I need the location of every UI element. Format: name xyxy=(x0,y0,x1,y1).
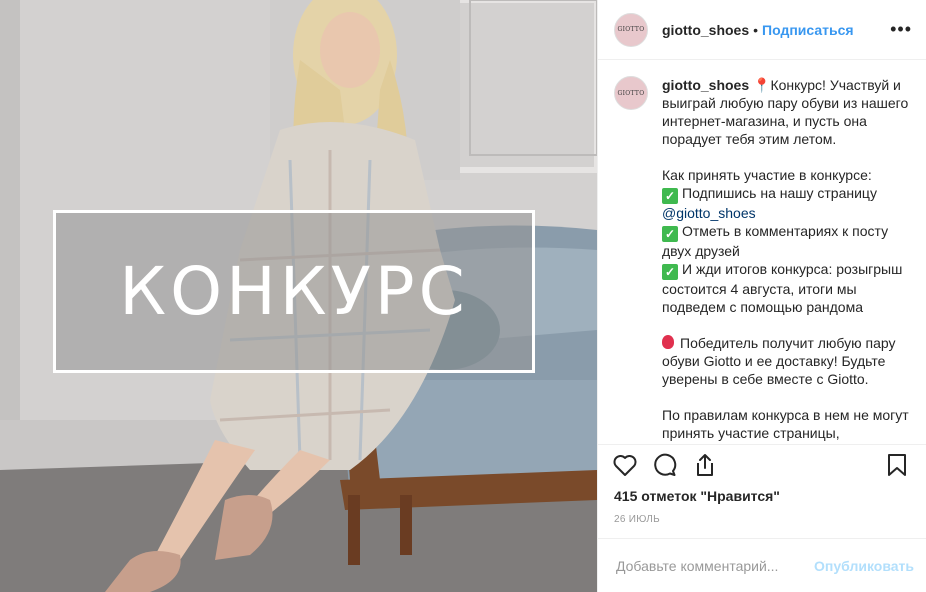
post-date[interactable]: 26 июль xyxy=(614,514,660,525)
avatar-logo-text: GIOTTO xyxy=(617,26,645,33)
caption-winner: Победитель получит любую пару обуви Giot… xyxy=(662,334,910,388)
comment-bar: Опубликовать xyxy=(598,538,926,592)
caption-how: Как принять участие в конкурсе: ✓ Подпиши… xyxy=(662,166,910,316)
caption-rules: По правилам конкурса в нем не могут прин… xyxy=(662,406,910,442)
pin-icon: 📍 xyxy=(753,77,771,93)
instagram-post: КОНКУРС GIOTTO giotto_shoes • Подписатьс… xyxy=(0,0,926,592)
caption-avatar[interactable]: GIOTTO xyxy=(614,76,648,110)
caption-body: giotto_shoes 📍Конкурс! Участвуй и выигра… xyxy=(662,76,910,444)
caption-intro: giotto_shoes 📍Конкурс! Участвуй и выигра… xyxy=(662,76,910,148)
username-link[interactable]: giotto_shoes xyxy=(662,22,749,38)
comment-input[interactable] xyxy=(614,556,815,575)
caption-username-link[interactable]: giotto_shoes xyxy=(662,77,749,93)
separator-dot: • xyxy=(753,21,759,38)
step-2: ✓ Отметь в комментариях к посту двух друз… xyxy=(662,222,910,260)
heart-icon[interactable] xyxy=(612,452,638,478)
mention-link[interactable]: @giotto_shoes xyxy=(662,204,910,222)
share-icon[interactable] xyxy=(692,452,718,478)
promo-title: КОНКУРС xyxy=(119,253,469,330)
rules-text: По правилам конкурса в нем не могут прин… xyxy=(662,407,909,441)
post-header: GIOTTO giotto_shoes • Подписаться ••• xyxy=(598,0,926,60)
check-mark-icon: ✓ xyxy=(662,264,678,280)
likes-count[interactable]: 415 отметок "Нравится" xyxy=(614,488,780,504)
bookmark-icon[interactable] xyxy=(884,452,910,478)
step-2-text: Отметь в комментариях к посту двух друзе… xyxy=(662,223,889,259)
post-photo[interactable]: КОНКУРС xyxy=(0,0,597,592)
follow-button[interactable]: Подписаться xyxy=(762,22,854,38)
balloon-icon xyxy=(662,335,674,349)
step-3: ✓ И жди итогов конкурса: розыгрыш состоит… xyxy=(662,260,910,316)
post-caption: GIOTTO giotto_shoes 📍Конкурс! Участвуй и… xyxy=(598,60,926,444)
action-bar xyxy=(598,444,926,484)
check-mark-icon: ✓ xyxy=(662,226,678,242)
more-options-icon[interactable]: ••• xyxy=(890,19,912,40)
promo-frame: КОНКУРС xyxy=(53,210,535,373)
avatar[interactable]: GIOTTO xyxy=(614,12,648,47)
step-1-text: Подпишись на нашу страницу xyxy=(682,185,877,201)
winner-text: Победитель получит любую пару обуви Giot… xyxy=(662,335,896,387)
avatar-logo-text: GIOTTO xyxy=(617,89,645,97)
comment-icon[interactable] xyxy=(652,452,678,478)
step-1: ✓ Подпишись на нашу страницу xyxy=(662,184,910,204)
publish-button[interactable]: Опубликовать xyxy=(814,558,914,574)
how-title: Как принять участие в конкурсе: xyxy=(662,167,872,183)
post-sidebar: GIOTTO giotto_shoes • Подписаться ••• GI… xyxy=(597,0,926,592)
check-mark-icon: ✓ xyxy=(662,188,678,204)
step-3-text: И жди итогов конкурса: розыгрыш состоитс… xyxy=(662,261,903,315)
